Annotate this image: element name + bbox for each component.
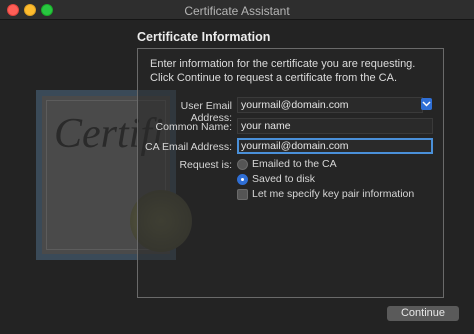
user-email-field[interactable]: yourmail@domain.com	[237, 97, 423, 113]
window-title: Certificate Assistant	[184, 4, 290, 18]
emailed-to-ca-radio[interactable]	[237, 159, 248, 170]
request-is-label: Request is:	[179, 159, 232, 171]
chevron-down-icon	[422, 101, 431, 107]
key-pair-label: Let me specify key pair information	[252, 188, 415, 200]
common-name-field[interactable]: your name	[237, 118, 433, 134]
ca-email-label: CA Email Address:	[145, 141, 232, 153]
common-name-label: Common Name:	[155, 121, 232, 133]
saved-to-disk-label: Saved to disk	[252, 173, 316, 185]
saved-to-disk-radio[interactable]	[237, 174, 248, 185]
intro-text: Enter information for the certificate yo…	[150, 58, 416, 84]
user-email-dropdown-button[interactable]	[421, 98, 432, 110]
continue-button[interactable]: Continue	[387, 306, 459, 321]
title-bar: Certificate Assistant	[0, 0, 474, 20]
ca-email-field[interactable]: yourmail@domain.com	[237, 138, 433, 154]
page-title: Certificate Information	[137, 30, 271, 44]
key-pair-checkbox[interactable]	[237, 189, 248, 200]
emailed-to-ca-label: Emailed to the CA	[252, 158, 337, 170]
